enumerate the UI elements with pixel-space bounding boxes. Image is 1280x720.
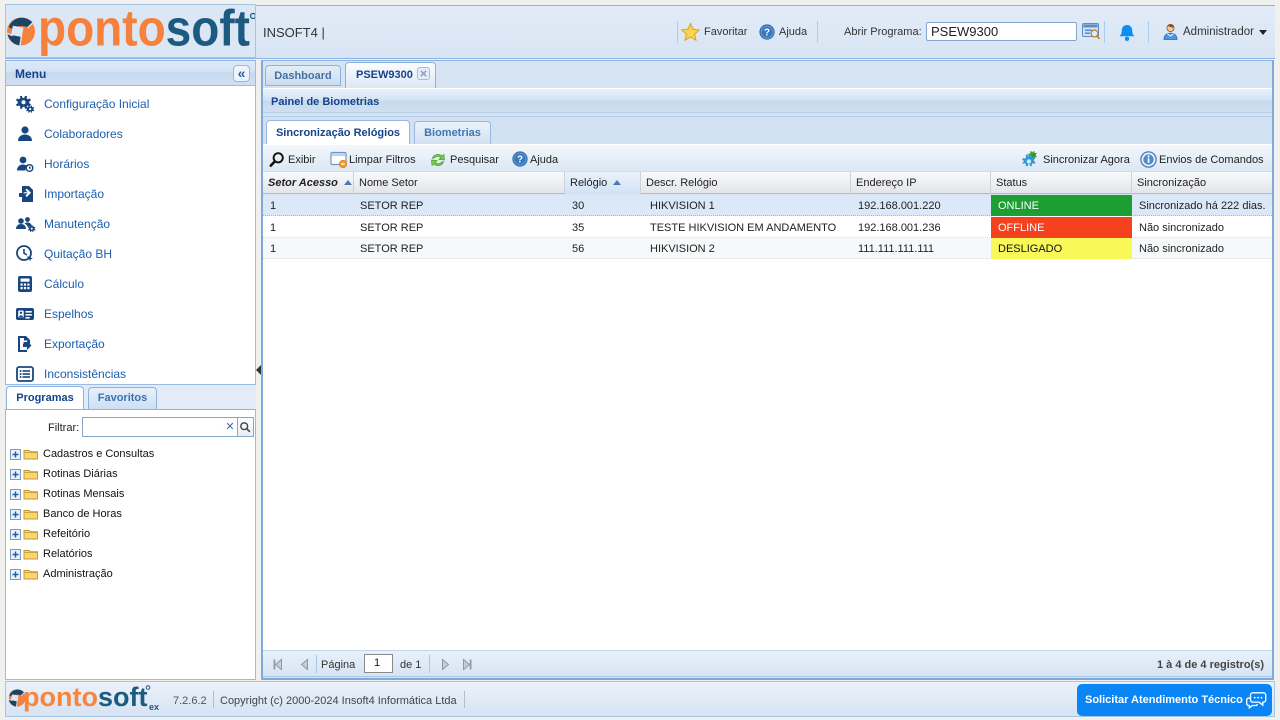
svg-text:ex: ex [149,702,159,712]
svg-text:pontosoft: pontosoft [38,5,250,57]
svg-text:?: ? [764,27,770,38]
svg-text:pontosoft: pontosoft [23,682,147,712]
svg-text:?: ? [517,154,523,165]
